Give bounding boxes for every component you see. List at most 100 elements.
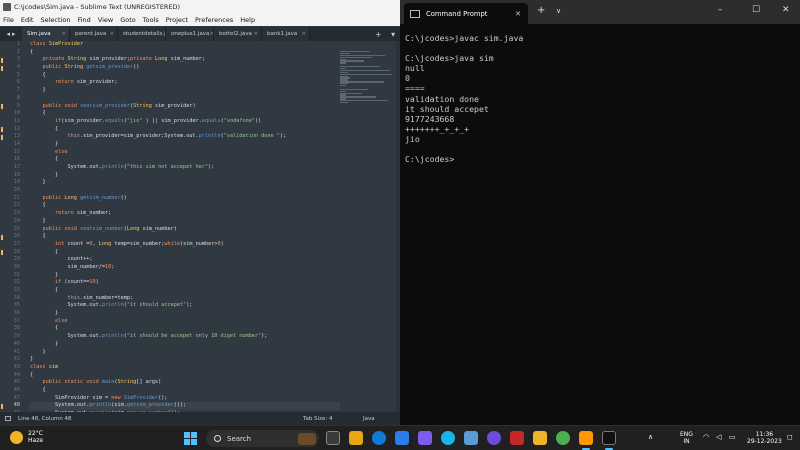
code-area[interactable]: class SimProvider{ private String sim_pr…: [30, 41, 340, 412]
mcafee-icon[interactable]: [510, 431, 524, 445]
language-indicator[interactable]: ENG IN: [680, 431, 693, 445]
battery-icon[interactable]: ▭: [729, 434, 736, 441]
menu-item-find[interactable]: Find: [77, 16, 90, 24]
start-button[interactable]: [184, 432, 197, 445]
code-line[interactable]: }: [30, 356, 340, 364]
tab-bottel2-java[interactable]: bottel2.java ×: [214, 27, 262, 41]
code-line[interactable]: }: [30, 341, 340, 349]
code-editor[interactable]: 1 2 3 4 5 6 7 8 9 10 11 12 13 14 15 16 17 18 19 20 21 22 23 24 2…: [0, 41, 400, 412]
code-line[interactable]: sim_number/=10;: [30, 264, 340, 272]
code-line[interactable]: this.sim_number=temp;: [30, 295, 340, 303]
store-icon[interactable]: [395, 431, 409, 445]
code-line[interactable]: System.out.println("this sim not accepet…: [30, 164, 340, 172]
code-line[interactable]: class sim: [30, 364, 340, 372]
menu-item-help[interactable]: Help: [240, 16, 255, 24]
code-line[interactable]: public void seatsim_provider(String sim_…: [30, 103, 340, 111]
terminal-output[interactable]: C:\jcodes>javac sim.java C:\jcodes>java s…: [405, 33, 785, 164]
code-line[interactable]: }: [30, 141, 340, 149]
tab-close-icon[interactable]: ×: [109, 31, 114, 37]
code-line[interactable]: public String getsim_provider(): [30, 64, 340, 72]
code-line[interactable]: public static void main(String[] args): [30, 379, 340, 387]
code-line[interactable]: }: [30, 310, 340, 318]
code-line[interactable]: SimProvider sim = new SimProvider();: [30, 395, 340, 403]
terminal-dropdown-icon[interactable]: ∨: [556, 7, 561, 15]
tab-nav-arrows[interactable]: ◂ ▸: [0, 27, 22, 41]
maximize-icon[interactable]: ☐: [752, 5, 760, 15]
close-tab-icon[interactable]: ✕: [515, 10, 521, 18]
photos-icon[interactable]: [464, 431, 478, 445]
close-window-icon[interactable]: ✕: [782, 5, 790, 15]
chrome-icon[interactable]: [556, 431, 570, 445]
code-line[interactable]: {: [30, 202, 340, 210]
tab-bank1-java[interactable]: bank1.java ×: [262, 27, 310, 41]
menu-item-preferences[interactable]: Preferences: [195, 16, 233, 24]
code-line[interactable]: return sim_number;: [30, 210, 340, 218]
wifi-icon[interactable]: ◠: [703, 434, 709, 441]
menu-item-tools[interactable]: Tools: [143, 16, 159, 24]
weather-widget[interactable]: 22°C Haze: [10, 430, 43, 444]
code-line[interactable]: {: [30, 233, 340, 241]
file-explorer-icon[interactable]: [349, 431, 363, 445]
code-line[interactable]: {: [30, 287, 340, 295]
code-line[interactable]: {: [30, 49, 340, 57]
code-line[interactable]: count++;: [30, 256, 340, 264]
tab-close-icon[interactable]: ×: [301, 31, 306, 37]
tray-overflow-icon[interactable]: ∧: [648, 434, 653, 441]
code-line[interactable]: {: [30, 249, 340, 257]
code-line[interactable]: {: [30, 325, 340, 333]
code-line[interactable]: else: [30, 149, 340, 157]
code-line[interactable]: {: [30, 387, 340, 395]
sublime-text-icon[interactable]: [579, 431, 593, 445]
tab-sim-java[interactable]: Sim.java ×: [22, 27, 70, 41]
code-line[interactable]: this.sim_provider=sim_provider;System.ou…: [30, 133, 340, 141]
code-line[interactable]: if(sim_provider.equals("jio" ) || sim_pr…: [30, 118, 340, 126]
task-view-icon[interactable]: [326, 431, 340, 445]
menu-item-selection[interactable]: Selection: [40, 16, 70, 24]
code-line[interactable]: class SimProvider: [30, 41, 340, 49]
code-line[interactable]: [30, 187, 340, 195]
code-line[interactable]: int count =0, Long temp=sim_number;while…: [30, 241, 340, 249]
tab-parent-java[interactable]: parent.java ×: [70, 27, 118, 41]
volume-icon[interactable]: ◁: [716, 434, 721, 441]
tab-prev-icon[interactable]: ◂: [6, 30, 10, 38]
code-line[interactable]: }: [30, 218, 340, 226]
menu-item-view[interactable]: View: [98, 16, 113, 24]
teams-icon[interactable]: [418, 431, 432, 445]
tab-size-selector[interactable]: Tab Size: 4: [303, 416, 332, 422]
media-player-icon[interactable]: [487, 431, 501, 445]
terminal-scrollbar[interactable]: [794, 24, 800, 425]
syntax-selector[interactable]: Java: [363, 416, 375, 422]
clock[interactable]: 11:36 29-12-2023: [747, 431, 782, 445]
code-line[interactable]: public void seatsim_number(Long sim_numb…: [30, 226, 340, 234]
tab-next-icon[interactable]: ▸: [12, 30, 16, 38]
code-line[interactable]: }: [30, 87, 340, 95]
code-line[interactable]: {: [30, 72, 340, 80]
minimize-icon[interactable]: –: [718, 5, 723, 15]
tab-close-icon[interactable]: ×: [253, 31, 258, 37]
minimap[interactable]: [340, 51, 396, 111]
code-line[interactable]: return sim_provider;: [30, 79, 340, 87]
code-line[interactable]: }: [30, 349, 340, 357]
sublime-title-bar[interactable]: C:\jcodes\Sim.java - Sublime Text (UNREG…: [0, 0, 400, 14]
terminal-icon[interactable]: [602, 431, 616, 445]
new-terminal-tab-icon[interactable]: +: [537, 5, 545, 16]
menu-item-edit[interactable]: Edit: [21, 16, 34, 24]
folder-icon[interactable]: [533, 431, 547, 445]
taskbar-search[interactable]: Search: [206, 430, 319, 447]
code-line[interactable]: [30, 95, 340, 103]
tab-close-icon[interactable]: ×: [61, 31, 66, 37]
code-line[interactable]: public Long getsim_number(): [30, 195, 340, 203]
new-tab-icon[interactable]: +: [375, 30, 382, 39]
code-line[interactable]: {: [30, 372, 340, 380]
code-line[interactable]: private String sim_provider;private Long…: [30, 56, 340, 64]
panel-toggle-icon[interactable]: [5, 416, 11, 421]
code-line[interactable]: {: [30, 156, 340, 164]
code-line[interactable]: }: [30, 172, 340, 180]
code-line[interactable]: }: [30, 272, 340, 280]
code-line[interactable]: {: [30, 126, 340, 134]
menu-item-goto[interactable]: Goto: [120, 16, 136, 24]
notification-icon[interactable]: ◻: [787, 434, 793, 441]
code-line[interactable]: System.out.println("it should be accepet…: [30, 333, 340, 341]
tab-studentdetails-java[interactable]: studentdetails.java×: [118, 27, 166, 41]
code-line[interactable]: else: [30, 318, 340, 326]
